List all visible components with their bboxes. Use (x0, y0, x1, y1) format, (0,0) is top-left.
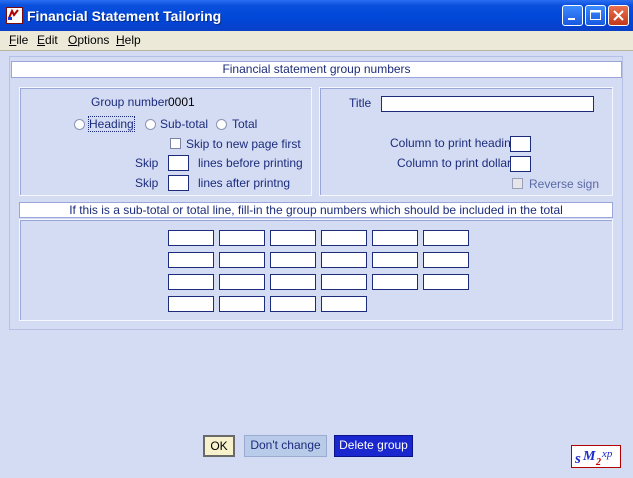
menu-bar: File Edit Options Help (0, 31, 633, 51)
subtotal-groups-panel (19, 219, 613, 321)
svg-text:2: 2 (595, 457, 601, 467)
skip-after-input[interactable] (168, 175, 189, 191)
title-bar[interactable]: Financial Statement Tailoring (0, 0, 633, 31)
group-number-field[interactable] (321, 296, 367, 312)
skip-before-input[interactable] (168, 155, 189, 171)
group-number-field[interactable] (423, 230, 469, 246)
group-number-field[interactable] (423, 274, 469, 290)
app-icon[interactable] (6, 7, 23, 24)
radio-total[interactable] (216, 119, 227, 130)
group-number-field[interactable] (270, 296, 316, 312)
column-heading-input[interactable] (510, 136, 531, 152)
skip-new-page-checkbox[interactable] (170, 138, 181, 149)
dont-change-button[interactable]: Don't change (244, 435, 327, 457)
close-button[interactable] (608, 5, 629, 26)
minimize-icon (568, 18, 575, 20)
title-input[interactable] (381, 96, 594, 112)
radio-heading-label[interactable]: Heading (88, 116, 135, 132)
group-number-field[interactable] (168, 274, 214, 290)
title-label: Title (349, 96, 372, 110)
reverse-sign-checkbox[interactable] (512, 178, 523, 189)
svg-text:xp: xp (601, 448, 613, 460)
menu-help[interactable]: Help (116, 33, 141, 47)
svg-text:s: s (574, 451, 581, 467)
skip-new-page-label: Skip to new page first (186, 137, 301, 151)
group-number-field[interactable] (219, 296, 265, 312)
column-heading-label: Column to print heading (390, 136, 518, 150)
maximize-icon (590, 10, 601, 20)
group-number-field[interactable] (270, 274, 316, 290)
column-dollars-label: Column to print dollars (397, 156, 518, 170)
radio-total-label[interactable]: Total (232, 117, 257, 131)
group-number-field[interactable] (270, 252, 316, 268)
group-number-field[interactable] (321, 252, 367, 268)
group-number-field[interactable] (168, 296, 214, 312)
column-dollars-input[interactable] (510, 156, 531, 172)
group-number-field[interactable] (168, 252, 214, 268)
group-number-field[interactable] (270, 230, 316, 246)
group-number-field[interactable] (321, 274, 367, 290)
reverse-sign-label: Reverse sign (529, 177, 600, 191)
minimize-button[interactable] (562, 5, 583, 26)
radio-heading[interactable] (74, 119, 85, 130)
delete-group-button[interactable]: Delete group (334, 435, 413, 457)
skip-after-label: Skip (135, 176, 159, 190)
group-number-field[interactable] (168, 230, 214, 246)
group-number-field[interactable] (219, 230, 265, 246)
group-number-field[interactable] (219, 252, 265, 268)
menu-options[interactable]: Options (68, 33, 109, 47)
ok-button[interactable]: OK (203, 435, 235, 457)
group-number-field[interactable] (372, 252, 418, 268)
group-number-field[interactable] (372, 230, 418, 246)
smxp-logo: s M 2 xp (571, 445, 621, 468)
menu-file[interactable]: File (9, 33, 28, 47)
section-header: Financial statement group numbers (11, 61, 622, 78)
group-number-field[interactable] (423, 252, 469, 268)
close-icon (613, 10, 624, 21)
group-number-field[interactable] (219, 274, 265, 290)
group-number-field[interactable] (321, 230, 367, 246)
window-title: Financial Statement Tailoring (27, 8, 222, 24)
svg-text:M: M (582, 449, 596, 464)
skip-before-label: Skip (135, 156, 159, 170)
app-window: Financial Statement Tailoring File Edit … (0, 0, 633, 478)
lines-before-label: lines before printing (198, 156, 303, 170)
group-number-label: Group number (91, 95, 169, 109)
group-number-value: 0001 (168, 95, 195, 109)
maximize-button[interactable] (585, 5, 606, 26)
radio-subtotal-label[interactable]: Sub-total (160, 117, 208, 131)
radio-subtotal[interactable] (145, 119, 156, 130)
lines-after-label: lines after printng (198, 176, 291, 190)
group-number-field[interactable] (372, 274, 418, 290)
menu-edit[interactable]: Edit (37, 33, 58, 47)
subtotal-instruction: If this is a sub-total or total line, fi… (19, 202, 613, 218)
